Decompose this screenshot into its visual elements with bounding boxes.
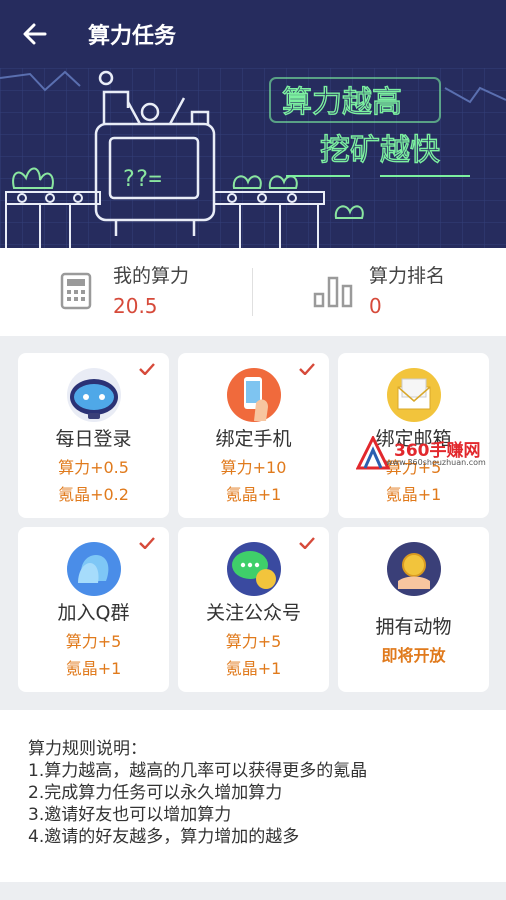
- page-title: 算力任务: [88, 24, 177, 49]
- checkmark-icon: [139, 537, 155, 549]
- task-status: 即将开放: [381, 646, 446, 665]
- task-reward-crystal: 氪晶+1: [65, 659, 122, 678]
- rules-title: 算力规则说明：: [28, 739, 147, 759]
- power-rank-value: 0: [369, 294, 382, 318]
- task-reward-crystal: 氪晶+1: [225, 485, 282, 504]
- my-power-value: 20.5: [113, 294, 158, 318]
- checkmark-icon: [139, 363, 155, 375]
- banner-slogan-2: 挖矿越快: [320, 133, 440, 168]
- power-rank-stat: 算力排名 0: [253, 248, 506, 336]
- task-card-follow-official-account[interactable]: 关注公众号 算力+5 氪晶+1: [178, 527, 329, 692]
- task-card-own-animal[interactable]: 拥有动物 即将开放: [338, 527, 489, 692]
- task-name: 拥有动物: [375, 616, 452, 638]
- task-reward-power: 算力+10: [220, 458, 287, 477]
- bottom-spacer: [0, 882, 506, 900]
- arrow-left-icon: [23, 23, 47, 45]
- app-header: 算力任务: [0, 0, 506, 68]
- machine-screen-text: ??=: [122, 167, 162, 192]
- envelope-icon: [387, 368, 441, 422]
- my-power-stat: 我的算力 20.5: [0, 248, 253, 336]
- banner-illustration: ??= 算力越高 挖矿越快: [0, 68, 506, 248]
- rule-item: 2.完成算力任务可以永久增加算力: [28, 783, 283, 803]
- task-reward-crystal: 氪晶+1: [385, 485, 442, 504]
- chat-bubble-icon: [227, 542, 281, 596]
- task-name: 关注公众号: [205, 602, 301, 624]
- rule-item: 4.邀请的好友越多，算力增加的越多: [28, 827, 300, 847]
- rules-section: 算力规则说明： 1.算力越高，越高的几率可以获得更多的氪晶 2.完成算力任务可以…: [0, 710, 506, 882]
- task-reward-power: 算力+5: [225, 632, 282, 651]
- banner: ??= 算力越高 挖矿越快: [0, 68, 506, 248]
- checkmark-icon: [299, 537, 315, 549]
- task-card-bind-phone[interactable]: 绑定手机 算力+10 氪晶+1: [178, 353, 329, 518]
- robot-helmet-icon: [67, 368, 121, 422]
- back-button[interactable]: [0, 0, 70, 68]
- task-card-daily-login[interactable]: 每日登录 算力+0.5 氪晶+0.2: [18, 353, 169, 518]
- task-name: 加入Q群: [57, 602, 130, 624]
- calculator-icon: [60, 272, 92, 310]
- checkmark-icon: [299, 363, 315, 375]
- qq-group-icon: [67, 542, 121, 596]
- rule-item: 3.邀请好友也可以增加算力: [28, 805, 232, 825]
- watermark: 360手赚网 www.360shouzhuan.com: [356, 434, 506, 472]
- task-name: 绑定手机: [215, 428, 292, 450]
- task-name: 每日登录: [55, 428, 132, 450]
- my-power-label: 我的算力: [113, 265, 190, 287]
- rule-item: 1.算力越高，越高的几率可以获得更多的氪晶: [28, 761, 368, 781]
- coin-hand-icon: [387, 542, 441, 596]
- banner-slogan-1: 算力越高: [282, 85, 402, 120]
- task-reward-power: 算力+5: [65, 632, 122, 651]
- bar-chart-icon: [313, 276, 353, 308]
- watermark-logo-icon: [356, 436, 390, 470]
- task-reward-power: 算力+0.5: [58, 458, 129, 477]
- task-reward-crystal: 氪晶+1: [225, 659, 282, 678]
- stats-row: 我的算力 20.5 算力排名 0: [0, 248, 506, 336]
- task-card-join-qq-group[interactable]: 加入Q群 算力+5 氪晶+1: [18, 527, 169, 692]
- watermark-url: www.360shouzhuan.com: [386, 458, 486, 467]
- power-rank-label: 算力排名: [369, 265, 446, 287]
- stats-divider: [252, 268, 253, 316]
- task-reward-crystal: 氪晶+0.2: [58, 485, 129, 504]
- phone-hand-icon: [227, 368, 281, 422]
